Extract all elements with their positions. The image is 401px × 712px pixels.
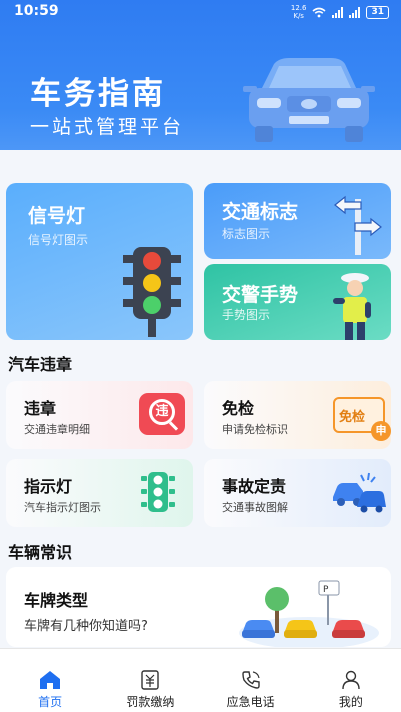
user-icon	[342, 670, 360, 690]
tab-home-label: 首页	[38, 695, 63, 709]
plate-type-subtitle: 车牌有几种你知道吗?	[24, 619, 148, 634]
knowledge-section-title: 车辆常识	[8, 543, 73, 562]
traffic-sign-card[interactable]: 交通标志 标志图示	[204, 183, 391, 259]
hero-title: 车务指南	[30, 76, 166, 112]
tab-home[interactable]: 首页	[0, 649, 100, 712]
exemption-badge-icon: 免检 申	[333, 397, 391, 441]
police-gesture-title: 交警手势	[222, 284, 299, 306]
tab-emergency-call[interactable]: 应急电话	[201, 649, 301, 712]
police-gesture-card[interactable]: 交警手势 手势图示	[204, 264, 391, 340]
police-gesture-subtitle: 手势图示	[222, 308, 271, 322]
car-front-icon	[243, 58, 375, 142]
plate-type-title: 车牌类型	[24, 591, 89, 610]
status-time: 10:59	[14, 3, 59, 19]
traffic-sign-title: 交通标志	[222, 201, 299, 223]
signal-strength-icon	[332, 6, 344, 18]
indicator-light-tile[interactable]: 指示灯 汽车指示灯图示	[6, 459, 193, 527]
direction-sign-icon	[334, 195, 382, 255]
signal-strength-icon-2	[349, 6, 361, 18]
signal-light-card[interactable]: 信号灯 信号灯图示	[6, 183, 193, 340]
plate-type-card[interactable]: 车牌类型 车牌有几种你知道吗? P	[6, 567, 391, 647]
indicator-light-title: 指示灯	[24, 477, 73, 496]
bottom-tab-bar: 首页 罚款缴纳 应急电话 我的	[0, 648, 401, 712]
violations-section-title: 汽车违章	[8, 355, 73, 374]
accident-title: 事故定责	[222, 477, 287, 496]
tab-emergency-call-label: 应急电话	[226, 695, 275, 709]
signal-light-subtitle: 信号灯图示	[28, 233, 89, 247]
phone-icon	[241, 671, 260, 689]
hero-subtitle: 一站式管理平台	[30, 116, 185, 138]
accident-subtitle: 交通事故图解	[222, 501, 288, 514]
status-bar: 10:59 12.6 K/s 31	[0, 0, 401, 22]
tab-fine-payment-label: 罚款缴纳	[126, 695, 175, 709]
hero-banner: 10:59 12.6 K/s 31 车务指南 一站式管理平台	[0, 0, 401, 180]
violation-icon: 违	[139, 393, 185, 435]
status-icons: 12.6 K/s 31	[291, 4, 389, 20]
tab-profile[interactable]: 我的	[301, 649, 401, 712]
car-crash-icon	[333, 472, 386, 513]
traffic-police-icon	[333, 273, 371, 340]
traffic-sign-subtitle: 标志图示	[222, 227, 271, 241]
battery-icon: 31	[366, 5, 389, 19]
signal-light-title: 信号灯	[28, 205, 86, 227]
svg-text:P: P	[323, 585, 329, 595]
exemption-tile[interactable]: 免检 申请免检标识 免检 申	[204, 381, 391, 449]
exemption-subtitle: 申请免检标识	[222, 423, 288, 436]
accident-tile[interactable]: 事故定责 交通事故图解	[204, 459, 391, 527]
violation-title: 违章	[24, 399, 57, 418]
indicator-light-icon	[141, 472, 175, 512]
indicator-light-subtitle: 汽车指示灯图示	[24, 501, 101, 514]
traffic-light-icon	[123, 247, 181, 337]
violation-subtitle: 交通违章明细	[24, 423, 90, 436]
parking-lot-illustration: P	[239, 580, 379, 647]
tab-profile-label: 我的	[338, 695, 363, 709]
yuan-ticket-icon	[141, 670, 160, 690]
home-icon	[40, 671, 61, 689]
violation-tile[interactable]: 违章 交通违章明细 违	[6, 381, 193, 449]
wifi-icon	[312, 7, 326, 17]
tab-fine-payment[interactable]: 罚款缴纳	[100, 649, 200, 712]
exemption-title: 免检	[222, 399, 255, 418]
network-speed: 12.6 K/s	[290, 4, 307, 20]
